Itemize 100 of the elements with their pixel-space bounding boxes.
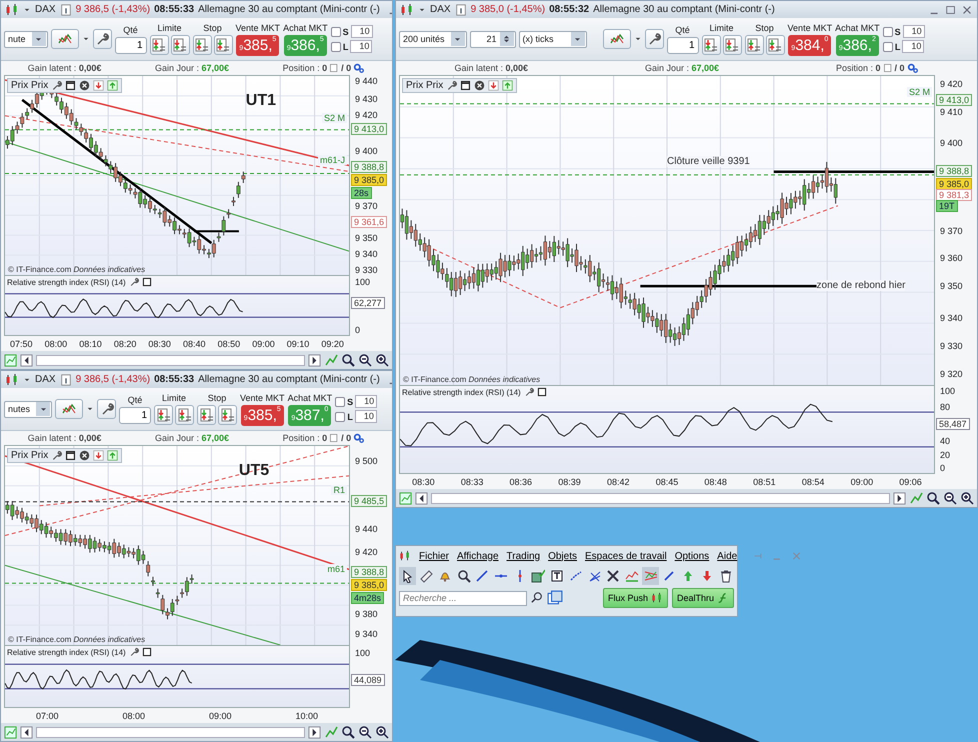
scroll-left-icon[interactable] bbox=[20, 354, 33, 366]
window-icon[interactable] bbox=[142, 277, 152, 287]
down-arrow-icon[interactable] bbox=[93, 450, 104, 461]
zoom-fit-icon[interactable] bbox=[926, 491, 940, 505]
limit-sell-button[interactable] bbox=[150, 35, 169, 55]
window-icon[interactable] bbox=[65, 450, 76, 461]
wrench-icon[interactable] bbox=[128, 647, 139, 657]
horizontal-scrollbar[interactable] bbox=[36, 354, 305, 366]
limit-sell-button[interactable] bbox=[702, 35, 721, 55]
checkbox[interactable] bbox=[882, 26, 893, 36]
menu-item[interactable]: Aide bbox=[717, 550, 738, 562]
wrench-icon[interactable] bbox=[128, 277, 139, 287]
wrench-icon[interactable] bbox=[446, 80, 458, 91]
horizontal-scrollbar[interactable] bbox=[36, 726, 305, 738]
scroll-right-icon[interactable] bbox=[893, 492, 906, 504]
chart-check-tool[interactable] bbox=[530, 567, 547, 585]
up-arrow-icon[interactable] bbox=[107, 450, 118, 461]
indicator-label: Relative strength index (RSI) (14) bbox=[402, 388, 521, 396]
down-arrow-icon[interactable] bbox=[488, 80, 500, 91]
scroll-left-icon[interactable] bbox=[20, 726, 33, 738]
windows-icon[interactable] bbox=[547, 590, 563, 606]
indicator-button[interactable] bbox=[602, 29, 631, 49]
value-field[interactable]: 10 bbox=[355, 395, 378, 408]
checkbox[interactable] bbox=[330, 42, 341, 52]
chart-check-icon bbox=[531, 569, 546, 583]
dropdown[interactable]: nute bbox=[4, 30, 48, 48]
gears-icon[interactable] bbox=[353, 432, 366, 444]
value-field[interactable]: 10 bbox=[902, 40, 924, 53]
scroll-right-icon[interactable] bbox=[308, 354, 321, 366]
menu-item[interactable]: Trading bbox=[506, 550, 540, 562]
menu-item[interactable]: Options bbox=[674, 550, 710, 562]
zoom-fit-icon[interactable] bbox=[341, 353, 355, 367]
window-icon[interactable] bbox=[460, 80, 472, 91]
up-arrow-icon[interactable] bbox=[502, 80, 514, 91]
scroll-right-icon[interactable] bbox=[308, 726, 321, 738]
limit-buy-button[interactable] bbox=[722, 35, 742, 55]
stop-buy-button[interactable] bbox=[218, 405, 238, 425]
value-field[interactable]: 10 bbox=[354, 410, 377, 423]
wrench-icon[interactable] bbox=[524, 387, 534, 397]
indicator-button[interactable] bbox=[50, 29, 79, 49]
zoom-in-icon[interactable] bbox=[375, 353, 389, 367]
value-field[interactable]: 10 bbox=[350, 25, 373, 38]
quantity-field[interactable]: 1 bbox=[666, 36, 699, 54]
flux-push-button[interactable]: Flux Push bbox=[602, 588, 668, 608]
wrench-button[interactable] bbox=[97, 399, 116, 419]
gears-icon[interactable] bbox=[353, 62, 366, 74]
limit-buy-button[interactable] bbox=[175, 405, 194, 425]
zoom-in-icon[interactable] bbox=[960, 491, 974, 505]
menu-item[interactable]: Objets bbox=[548, 550, 577, 562]
scroll-left-icon[interactable] bbox=[415, 492, 428, 504]
stop-buy-button[interactable] bbox=[766, 35, 785, 55]
limit-buy-button[interactable] bbox=[170, 35, 190, 55]
wrench-icon[interactable] bbox=[51, 450, 62, 461]
up-arrow-icon[interactable] bbox=[107, 80, 118, 91]
wrench-button[interactable] bbox=[92, 29, 112, 49]
checkbox[interactable] bbox=[330, 26, 341, 36]
down-arrow-icon[interactable] bbox=[93, 80, 104, 91]
gears-icon[interactable] bbox=[906, 62, 919, 74]
stop-sell-button[interactable] bbox=[197, 405, 216, 425]
menu-item[interactable]: Fichier bbox=[419, 550, 450, 562]
close-icon[interactable] bbox=[79, 80, 90, 91]
dropdown[interactable]: nutes bbox=[4, 400, 52, 418]
search-field[interactable]: Recherche ... bbox=[399, 590, 527, 606]
search-icon[interactable] bbox=[531, 592, 543, 604]
quantity-field[interactable]: 1 bbox=[119, 406, 152, 424]
cursor-tool[interactable] bbox=[399, 567, 416, 585]
limit-label: Limite bbox=[710, 23, 734, 33]
menu-item[interactable]: Affichage bbox=[457, 550, 499, 562]
zoom-fit-icon[interactable] bbox=[341, 725, 355, 739]
quantity-field[interactable]: 1 bbox=[114, 36, 147, 54]
wrench-button[interactable] bbox=[644, 29, 664, 49]
window-icon[interactable] bbox=[142, 647, 152, 657]
stop-sell-button[interactable] bbox=[744, 35, 764, 55]
axis-label: 9 370 bbox=[939, 226, 963, 236]
window-icon[interactable] bbox=[536, 387, 547, 397]
triangle-pattern-tool[interactable] bbox=[642, 567, 660, 585]
checkbox[interactable] bbox=[335, 412, 346, 422]
line-label: S2 M bbox=[906, 86, 932, 97]
menu-item[interactable]: Espaces de travail bbox=[584, 550, 667, 562]
checkbox[interactable] bbox=[882, 42, 893, 52]
limit-sell-button[interactable] bbox=[154, 405, 174, 425]
indicator-button[interactable] bbox=[55, 399, 84, 419]
value-field[interactable]: 10 bbox=[350, 40, 372, 53]
close-icon[interactable] bbox=[79, 450, 90, 461]
window-icon[interactable] bbox=[65, 80, 76, 91]
stop-sell-button[interactable] bbox=[192, 35, 212, 55]
stop-buy-button[interactable] bbox=[214, 35, 233, 55]
spinner-field[interactable]: 21 bbox=[470, 30, 516, 48]
dropdown[interactable]: (x) ticks bbox=[518, 30, 587, 48]
close-icon[interactable] bbox=[474, 80, 486, 91]
wrench-icon[interactable] bbox=[51, 80, 62, 91]
dropdown[interactable]: 200 unités bbox=[399, 30, 467, 48]
dealthru-button[interactable]: DealThru bbox=[672, 588, 734, 608]
horizontal-scrollbar[interactable] bbox=[431, 492, 890, 504]
value-field[interactable]: 10 bbox=[902, 25, 925, 38]
zoom-out-icon[interactable] bbox=[358, 353, 372, 367]
zoom-out-icon[interactable] bbox=[358, 725, 372, 739]
checkbox[interactable] bbox=[335, 396, 346, 406]
zoom-in-icon[interactable] bbox=[375, 725, 389, 739]
zoom-out-icon[interactable] bbox=[943, 491, 957, 505]
